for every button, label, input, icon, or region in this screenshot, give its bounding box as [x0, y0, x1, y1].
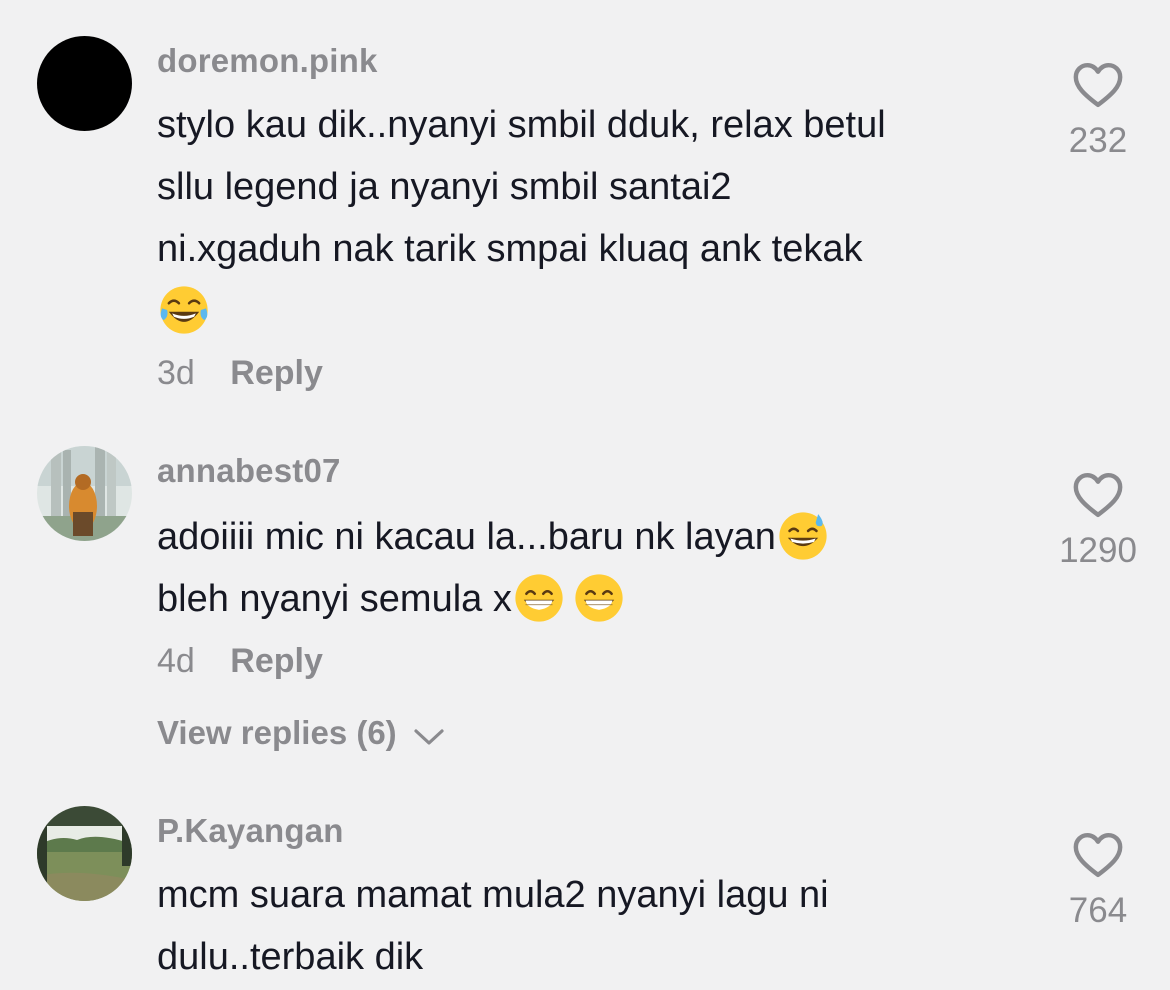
comment-meta: 4d Reply: [157, 642, 323, 681]
heart-outline-icon: [1070, 57, 1126, 113]
grinning-face-with-sweat-icon: [776, 509, 830, 563]
beaming-face-icon: [572, 571, 626, 625]
comment-text-line: mcm suara mamat mula2 nyanyi lagu ni: [157, 874, 829, 916]
view-replies-button[interactable]: View replies (6): [157, 714, 446, 752]
comment-text-line: bleh nyanyi semula x: [157, 568, 1037, 630]
comment-timestamp: 4d: [157, 642, 195, 680]
comment-text: mcm suara mamat mula2 nyanyi lagu ni dul…: [157, 864, 1037, 988]
comment-text-line: sllu legend ja nyanyi smbil santai2: [157, 166, 732, 208]
like-count: 1290: [1059, 531, 1137, 570]
avatar-photo: [37, 806, 132, 901]
comment-username[interactable]: annabest07: [157, 452, 341, 490]
beaming-face-icon: [512, 571, 566, 625]
like-count: 764: [1068, 891, 1128, 930]
comments-list: doremon.pink stylo kau dik..nyanyi smbil…: [0, 0, 1170, 990]
comment-text-fragment: adoiiii mic ni kacau la...baru nk layan: [157, 516, 776, 558]
comment-text-fragment: bleh nyanyi semula x: [157, 578, 512, 620]
like-button[interactable]: 232: [1040, 57, 1156, 161]
heart-outline-icon: [1070, 827, 1126, 883]
comment-text: stylo kau dik..nyanyi smbil dduk, relax …: [157, 94, 1037, 342]
comment-text: adoiiii mic ni kacau la...baru nk layan …: [157, 506, 1037, 630]
like-button[interactable]: 764: [1040, 827, 1156, 931]
like-button[interactable]: 1290: [1040, 467, 1156, 571]
avatar[interactable]: [37, 806, 132, 901]
comment-text-line: dulu..terbaik dik: [157, 936, 424, 978]
comment-username[interactable]: P.Kayangan: [157, 812, 344, 850]
comment-text-line: ni.xgaduh nak tarik smpai kluaq ank teka…: [157, 228, 863, 270]
like-count: 232: [1068, 121, 1128, 160]
face-with-tears-of-joy-icon: [157, 283, 211, 337]
comment-text-line: adoiiii mic ni kacau la...baru nk layan: [157, 506, 1037, 568]
avatar[interactable]: [37, 36, 132, 131]
reply-button[interactable]: Reply: [230, 354, 323, 392]
heart-outline-icon: [1070, 467, 1126, 523]
comment-emoji-line: [157, 280, 1037, 342]
chevron-down-icon: [414, 729, 444, 745]
view-replies-label: View replies (6): [157, 714, 397, 751]
comment-username[interactable]: doremon.pink: [157, 42, 378, 80]
avatar[interactable]: [37, 446, 132, 541]
comment-meta: 3d Reply: [157, 354, 323, 393]
comment-timestamp: 3d: [157, 354, 195, 392]
avatar-photo: [37, 446, 132, 541]
reply-button[interactable]: Reply: [230, 642, 323, 680]
comment-text-line: stylo kau dik..nyanyi smbil dduk, relax …: [157, 104, 886, 146]
